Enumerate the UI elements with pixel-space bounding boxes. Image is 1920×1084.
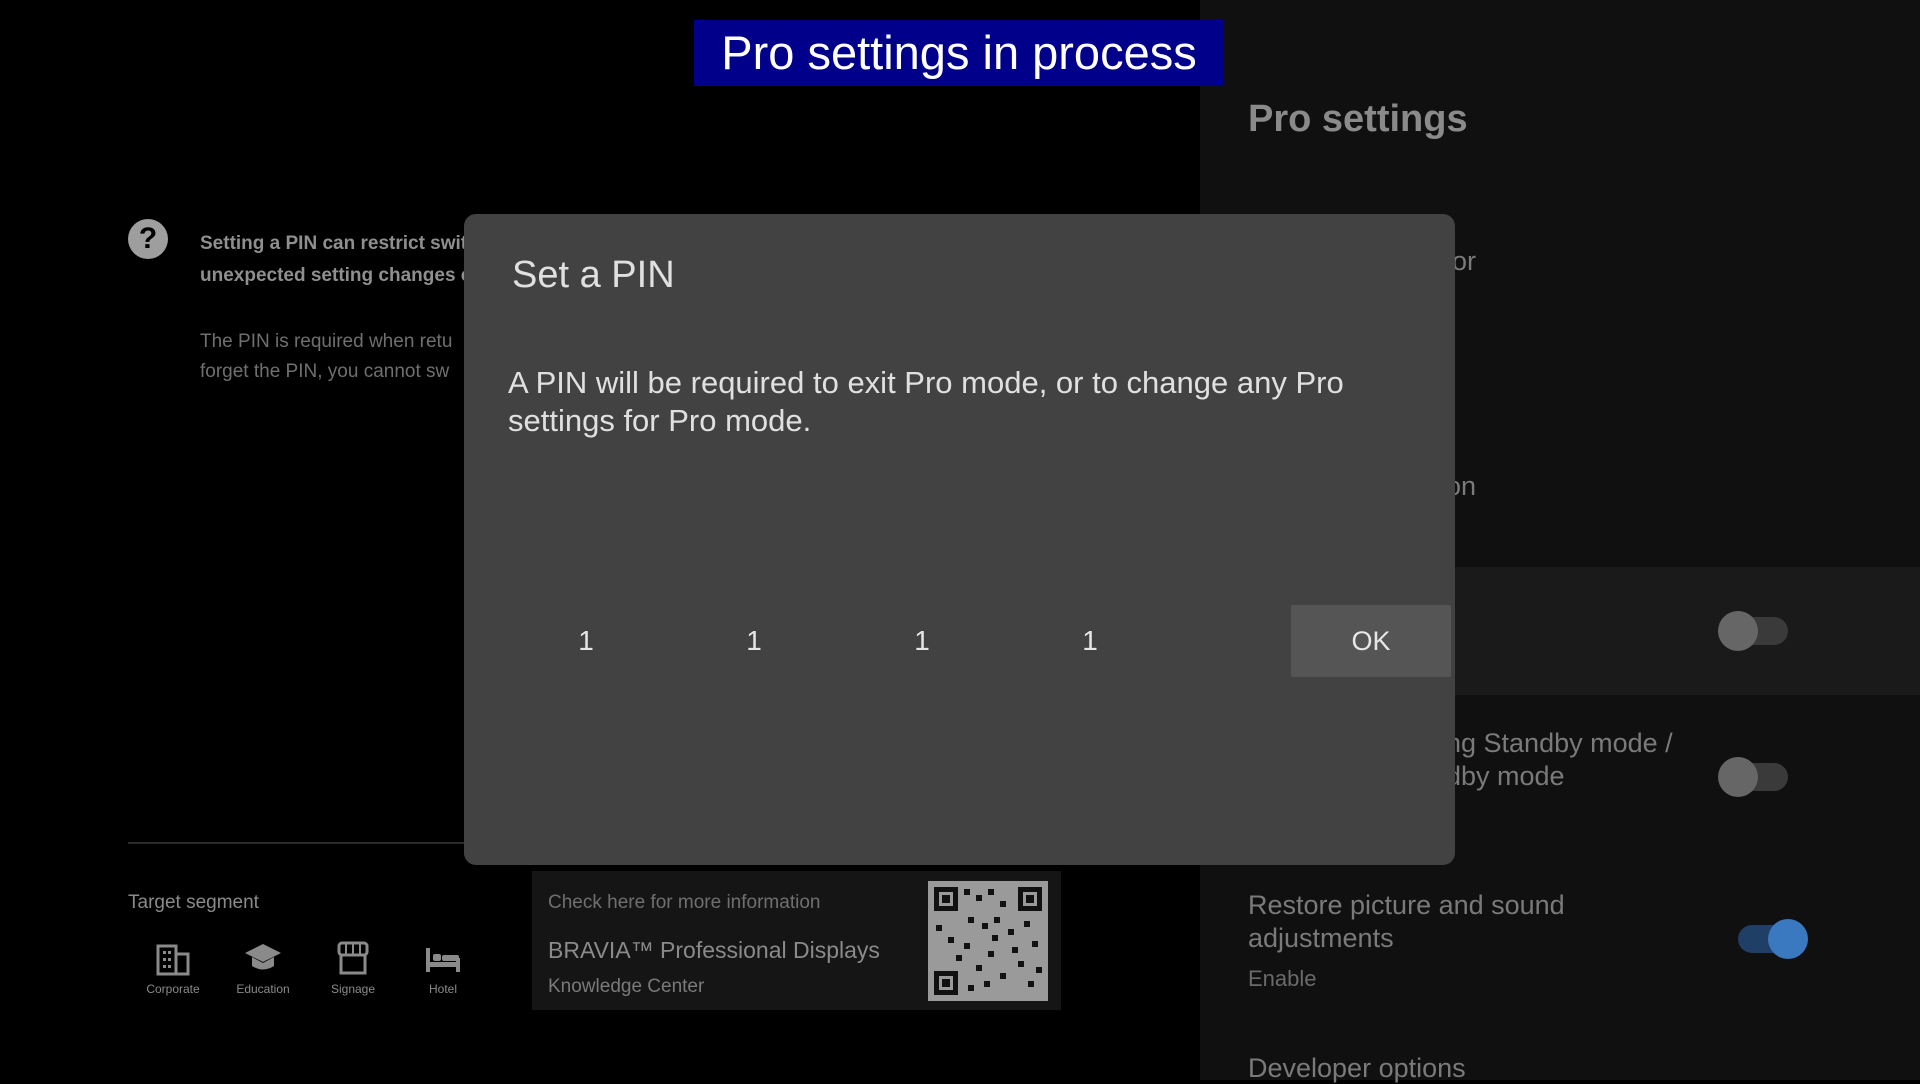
segment-label: Education [236, 982, 290, 996]
info-card-title: BRAVIA™ Professional Displays [548, 937, 880, 963]
settings-item-4-line1[interactable]: ng Standby mode / [1446, 728, 1673, 759]
pro-mode-banner: Pro settings in process [694, 20, 1224, 86]
dialog-title: Set a PIN [512, 254, 675, 296]
toggle-knob [1718, 757, 1758, 797]
info-card-subtitle: Knowledge Center [548, 976, 705, 997]
segment-label: Hotel [428, 982, 457, 996]
pin-digit-3[interactable]: 1 [882, 605, 962, 677]
segment-signage: Signage [308, 938, 398, 996]
qr-code [928, 881, 1048, 1001]
toggle-switch[interactable] [1718, 611, 1788, 651]
segment-label: Corporate [146, 982, 200, 996]
bed-icon [426, 948, 460, 972]
segment-list: Corporate Education Signage Hotel [128, 938, 488, 996]
toggle-knob [1768, 919, 1808, 959]
segment-hotel: Hotel [398, 938, 488, 996]
ok-button[interactable]: OK [1291, 605, 1451, 677]
toggle-knob [1718, 611, 1758, 651]
pin-digit-2[interactable]: 1 [714, 605, 794, 677]
settings-item-4-line2[interactable]: dby mode [1446, 761, 1565, 792]
graduation-cap-icon [245, 944, 281, 970]
info-card-caption: Check here for more information [548, 892, 821, 913]
dialog-message: A PIN will be required to exit Pro mode,… [508, 365, 1344, 438]
building-icon [156, 944, 190, 976]
settings-item-5-status: Enable [1248, 966, 1317, 991]
segment-education: Education [218, 938, 308, 996]
toggle-switch[interactable] [1718, 757, 1788, 797]
pin-entry: 1 1 1 1 OK [508, 605, 1451, 677]
storefront-icon [337, 941, 369, 975]
segment-corporate: Corporate [128, 938, 218, 996]
help-icon: ? [128, 219, 168, 259]
divider [128, 842, 468, 844]
set-pin-dialog: Set a PIN A PIN will be required to exit… [464, 214, 1455, 865]
pin-digit-4[interactable]: 1 [1050, 605, 1130, 677]
panel-title: Pro settings [1248, 98, 1468, 140]
settings-item-5-title-2[interactable]: adjustments [1248, 923, 1394, 954]
help-heading: Setting a PIN can restrict swit unexpect… [200, 233, 473, 286]
toggle-switch[interactable] [1738, 919, 1808, 959]
settings-item-5-title[interactable]: Restore picture and sound [1248, 890, 1565, 921]
settings-item-developer-options[interactable]: Developer options [1248, 1053, 1466, 1084]
knowledge-center-card[interactable]: Check here for more information BRAVIA™ … [532, 871, 1061, 1010]
pin-digit-1[interactable]: 1 [546, 605, 626, 677]
help-description: The PIN is required when retu forget the… [200, 331, 453, 382]
segment-label: Signage [330, 982, 376, 996]
target-segment-title: Target segment [128, 892, 259, 913]
